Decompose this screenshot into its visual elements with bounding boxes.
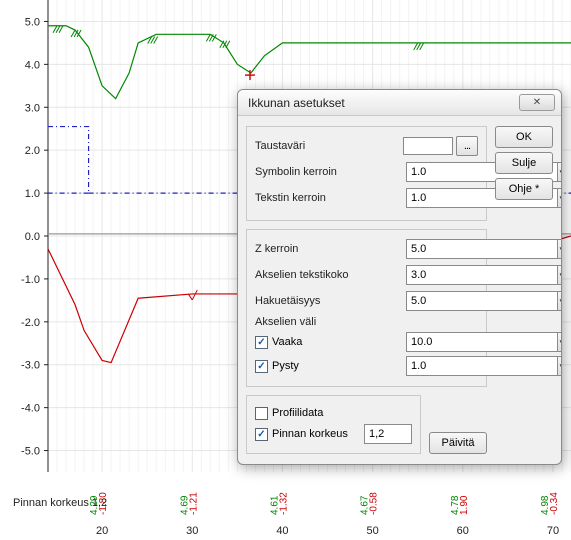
svg-text:-3.0: -3.0 — [21, 360, 40, 372]
chevron-down-icon[interactable]: ▼ — [557, 332, 562, 352]
text-factor-label: Tekstin kerroin — [255, 192, 406, 204]
svg-text:-1.21: -1.21 — [188, 492, 199, 515]
svg-text:30: 30 — [186, 525, 198, 537]
bgcolor-picker-button[interactable]: ... — [456, 136, 478, 156]
horizontal-checkbox[interactable]: ✓ — [255, 336, 268, 349]
chevron-down-icon[interactable]: ▼ — [557, 356, 562, 376]
svg-text:1.0: 1.0 — [25, 188, 40, 200]
axis-textsize-label: Akselien tekstikoko — [255, 269, 406, 281]
vertical-interval-combo: ▼ — [406, 356, 478, 376]
text-factor-combo: ▼ — [406, 188, 478, 208]
bgcolor-label: Taustaväri — [255, 140, 403, 152]
svg-text:60: 60 — [457, 525, 469, 537]
svg-text:-0.34: -0.34 — [549, 492, 560, 515]
vertical-checkbox[interactable]: ✓ — [255, 360, 268, 373]
svg-text:50: 50 — [366, 525, 378, 537]
svg-text:2.0: 2.0 — [25, 145, 40, 157]
surface-height-checkbox[interactable]: ✓ — [255, 428, 268, 441]
chevron-down-icon[interactable]: ▼ — [557, 188, 562, 208]
z-factor-label: Z kerroin — [255, 243, 406, 255]
close-button[interactable]: Sulje — [495, 152, 553, 174]
search-distance-label: Hakuetäisyys — [255, 295, 406, 307]
svg-text:-1.32: -1.32 — [278, 492, 289, 515]
help-button[interactable]: Ohje * — [495, 178, 553, 200]
chevron-down-icon[interactable]: ▼ — [557, 265, 562, 285]
profile-data-checkbox[interactable] — [255, 407, 268, 420]
svg-text:-2.0: -2.0 — [21, 317, 40, 329]
group-axes: Z kerroin ▼ Akselien tekstikoko ▼ Hakuet… — [246, 229, 487, 387]
svg-text:4.0: 4.0 — [25, 59, 40, 71]
profile-data-label: Profiilidata — [272, 407, 323, 419]
horizontal-interval-combo: ▼ — [406, 332, 478, 352]
svg-text:1.90: 1.90 — [459, 495, 470, 515]
chevron-down-icon[interactable]: ▼ — [557, 239, 562, 259]
svg-text:-4.0: -4.0 — [21, 403, 40, 415]
svg-text:-0.58: -0.58 — [369, 492, 380, 515]
update-button[interactable]: Päivitä — [429, 432, 487, 454]
svg-text:40: 40 — [276, 525, 288, 537]
horizontal-label: Vaaka — [272, 336, 302, 348]
group-appearance: Taustaväri ... Symbolin kerroin ▼ Teksti… — [246, 126, 487, 221]
axis-interval-title: Akselien väli — [255, 316, 478, 328]
surface-height-readout: Pinnan korkeus 1,2 — [13, 497, 107, 509]
svg-text:5.0: 5.0 — [25, 16, 40, 28]
symbol-factor-combo: ▼ — [406, 162, 478, 182]
dialog-titlebar[interactable]: Ikkunan asetukset ✕ — [238, 90, 561, 116]
close-icon[interactable]: ✕ — [519, 94, 555, 111]
dialog-title: Ikkunan asetukset — [248, 96, 519, 110]
surface-height-label: Pinnan korkeus — [272, 428, 348, 440]
chevron-down-icon[interactable]: ▼ — [557, 291, 562, 311]
svg-text:20: 20 — [96, 525, 108, 537]
svg-text:-5.0: -5.0 — [21, 446, 40, 458]
symbol-factor-label: Symbolin kerroin — [255, 166, 406, 178]
group-data: Profiilidata ✓ Pinnan korkeus — [246, 395, 421, 454]
vertical-label: Pysty — [272, 360, 299, 372]
svg-text:70: 70 — [547, 525, 559, 537]
svg-text:0.0: 0.0 — [25, 231, 40, 243]
svg-text:-1.0: -1.0 — [21, 274, 40, 286]
svg-text:3.0: 3.0 — [25, 102, 40, 114]
axis-textsize-combo: ▼ — [406, 265, 478, 285]
ok-button[interactable]: OK — [495, 126, 553, 148]
bgcolor-swatch[interactable] — [403, 137, 453, 155]
search-distance-combo: ▼ — [406, 291, 478, 311]
surface-height-input[interactable] — [364, 424, 412, 444]
chevron-down-icon[interactable]: ▼ — [557, 162, 562, 182]
z-factor-combo: ▼ — [406, 239, 478, 259]
window-settings-dialog: Ikkunan asetukset ✕ Taustaväri ... Symbo… — [237, 89, 562, 465]
